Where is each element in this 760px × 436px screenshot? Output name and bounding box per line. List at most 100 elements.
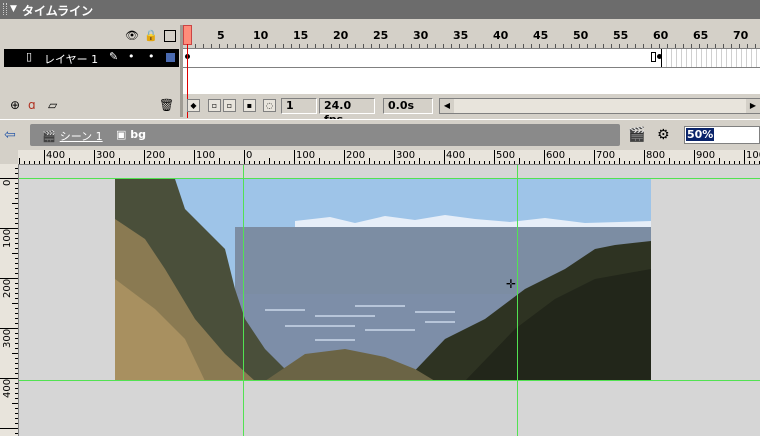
ruler-tick	[329, 161, 330, 164]
edit-symbol-icon[interactable]: ⚙	[657, 127, 670, 143]
frame-tick	[707, 44, 708, 48]
layer-name[interactable]: レイヤー 1	[44, 51, 98, 67]
guide-line[interactable]	[19, 380, 760, 381]
timeline-panel-header[interactable]: ▼ タイムライン	[0, 0, 760, 19]
triangle-down-icon[interactable]: ▼	[10, 4, 17, 14]
ruler-tick	[15, 308, 18, 309]
frame-tick	[667, 44, 668, 48]
frame-tick	[603, 44, 604, 48]
ruler-tick	[12, 403, 18, 404]
ruler-tick	[534, 161, 535, 164]
ruler-label: 400	[2, 378, 13, 398]
frame-tick	[267, 44, 268, 48]
ruler-tick	[529, 161, 530, 164]
empty-frames[interactable]	[666, 49, 760, 67]
timeline-scrollbar[interactable]: ◀ ▶	[439, 98, 760, 114]
scroll-right-icon[interactable]: ▶	[746, 99, 760, 113]
ruler-tick	[174, 161, 175, 164]
ruler-tick	[304, 161, 305, 164]
ruler-tick	[414, 161, 415, 164]
outline-color-icon[interactable]	[166, 53, 175, 62]
ruler-tick	[89, 161, 90, 164]
edit-multiple-frames-icon[interactable]: ▪	[243, 99, 256, 112]
symbol-breadcrumb[interactable]: ▣ bg	[116, 128, 146, 141]
guide-line[interactable]	[19, 178, 760, 179]
add-motion-guide-icon[interactable]: ɑ	[28, 98, 36, 112]
scene-breadcrumb[interactable]: 🎬 シーン 1	[42, 128, 103, 144]
modify-onion-markers-icon[interactable]: ◌	[263, 99, 276, 112]
vertical-ruler[interactable]: 0 100 200 300 400	[0, 164, 19, 436]
onion-skin-outline-icon[interactable]: ▫	[223, 99, 236, 112]
ruler-tick	[569, 158, 570, 164]
edit-scene-icon[interactable]: 🎬	[628, 127, 645, 143]
guide-line[interactable]	[517, 165, 518, 436]
horizontal-ruler[interactable]: 400 300 200 100 0 100 200 300 400 500 600 700 800 900…	[18, 150, 760, 165]
frame-tick	[379, 44, 380, 48]
ruler-tick	[384, 161, 385, 164]
frame-ruler[interactable]: 1510152025303540455055606570	[183, 25, 760, 49]
ruler-tick	[499, 161, 500, 164]
ruler-tick	[0, 178, 18, 179]
square-outline-icon[interactable]	[164, 30, 176, 42]
frame-row[interactable]	[183, 49, 760, 68]
filled-frames[interactable]	[183, 49, 662, 67]
eye-icon[interactable]: 👁	[125, 30, 139, 42]
frame-tick	[555, 44, 556, 48]
lock-dot-icon[interactable]: •	[148, 50, 155, 63]
ruler-tick	[15, 188, 18, 189]
ruler-tick	[394, 150, 395, 164]
ruler-label: 100	[196, 150, 216, 161]
ruler-label: 100	[2, 228, 13, 248]
ruler-tick	[679, 161, 680, 164]
ruler-tick	[604, 161, 605, 164]
ruler-tick	[12, 353, 18, 354]
playhead[interactable]	[183, 25, 192, 45]
ruler-tick	[374, 161, 375, 164]
ruler-tick	[494, 150, 495, 164]
visible-dot-icon[interactable]: •	[128, 50, 135, 63]
ruler-label: 200	[2, 278, 13, 298]
onion-skin-icon[interactable]: ▫	[208, 99, 221, 112]
zoom-field[interactable]: 50%	[684, 126, 760, 144]
ruler-tick	[15, 248, 18, 249]
scene-label[interactable]: シーン 1	[60, 130, 103, 143]
layer-row[interactable]: ▯ レイヤー 1 ✎ • •	[4, 49, 179, 67]
ruler-tick	[474, 161, 475, 164]
guide-line[interactable]	[243, 165, 244, 436]
frame-tick	[579, 44, 580, 48]
ruler-tick	[699, 161, 700, 164]
frame-tick	[291, 44, 292, 48]
background-bitmap[interactable]	[115, 179, 651, 381]
ruler-tick	[549, 161, 550, 164]
ruler-tick	[239, 161, 240, 164]
keyframe-icon[interactable]	[657, 54, 662, 59]
panel-grip[interactable]	[3, 3, 7, 15]
frame-tick	[395, 44, 396, 48]
ruler-tick	[619, 158, 620, 164]
lock-icon[interactable]: 🔒	[144, 30, 158, 42]
frame-tick	[451, 44, 452, 48]
end-frame-icon[interactable]	[651, 52, 656, 62]
back-arrow-icon[interactable]: ⇦	[4, 127, 16, 143]
ruler-tick	[39, 161, 40, 164]
ruler-tick	[259, 161, 260, 164]
stage[interactable]: ✛	[19, 165, 760, 436]
frame-tick	[403, 44, 404, 48]
frame-tick	[595, 44, 596, 48]
ruler-tick	[694, 150, 695, 164]
frame-number: 15	[293, 29, 309, 42]
insert-folder-icon[interactable]: ▱	[48, 98, 57, 112]
ruler-tick	[404, 161, 405, 164]
ruler-tick	[289, 161, 290, 164]
add-layer-icon[interactable]: ⊕	[10, 98, 20, 112]
center-frame-icon[interactable]: ◆	[187, 99, 200, 112]
trash-icon[interactable]: 🗑	[159, 98, 174, 112]
ruler-tick	[594, 150, 595, 164]
scroll-left-icon[interactable]: ◀	[440, 99, 454, 113]
ruler-tick	[574, 161, 575, 164]
ruler-tick	[29, 161, 30, 164]
frame-tick	[699, 44, 700, 48]
ruler-label: 400	[446, 150, 466, 161]
ruler-tick	[449, 161, 450, 164]
ruler-tick	[724, 161, 725, 164]
